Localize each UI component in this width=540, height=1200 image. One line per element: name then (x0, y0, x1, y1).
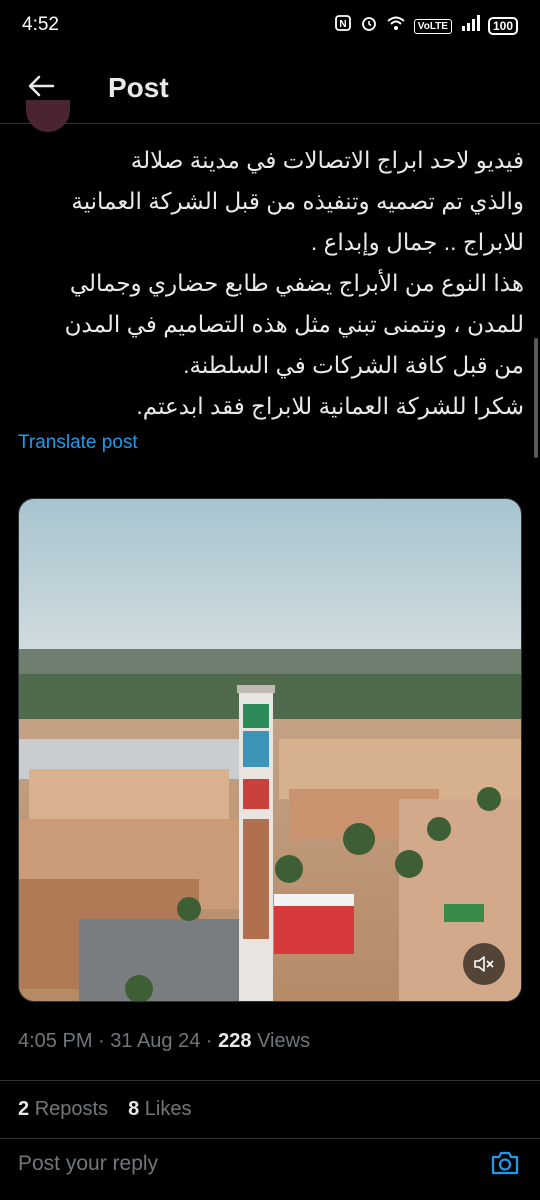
volte-badge: VoLTE (413, 18, 452, 34)
post-time: 4:05 PM (18, 1030, 93, 1052)
scrollbar[interactable] (534, 338, 538, 458)
alarm-icon (360, 14, 378, 38)
post-line: هذا النوع من الأبراج يضفي طابع حضاري وجم… (69, 270, 524, 296)
meta-separator: · (205, 1030, 219, 1052)
reply-bar: Post your reply (0, 1140, 540, 1200)
arrow-left-icon (27, 74, 55, 103)
mute-button[interactable] (463, 943, 505, 985)
likes-label: Likes (144, 1098, 192, 1120)
wifi-icon (386, 14, 406, 38)
status-bar: 4:52 N VoLTE 100 (0, 0, 540, 52)
post-line: شكرا للشركة العمانية للابراج فقد ابدعتم. (136, 393, 524, 419)
speaker-muted-icon (473, 954, 495, 974)
status-time: 4:52 (22, 14, 59, 35)
signal-icon (460, 14, 480, 38)
post-date: 31 Aug 24 (110, 1030, 201, 1052)
nfc-icon: N (334, 14, 352, 38)
camera-icon (490, 1150, 520, 1181)
reposts-count: 2 (18, 1098, 30, 1120)
battery-icon: 100 (487, 17, 518, 35)
reply-input[interactable]: Post your reply (18, 1152, 158, 1176)
divider (0, 1080, 540, 1081)
post-video[interactable] (18, 498, 522, 1002)
svg-text:N: N (339, 19, 346, 30)
page-title: Post (108, 72, 169, 103)
video-frame (19, 499, 521, 1001)
views-count: 228 (218, 1030, 252, 1052)
divider (0, 1138, 540, 1139)
post-line: من قبل كافة الشركات في السلطنة. (183, 352, 524, 378)
camera-button[interactable] (488, 1148, 522, 1182)
top-header: Post (0, 52, 540, 124)
views-label: Views (257, 1030, 311, 1052)
reposts-stat[interactable]: 2 Reposts (18, 1098, 108, 1121)
likes-count: 8 (128, 1098, 140, 1120)
status-icons: N VoLTE 100 (334, 14, 518, 38)
post-stats: 2 Reposts 8 Likes (18, 1098, 191, 1121)
likes-stat[interactable]: 8 Likes (128, 1098, 191, 1121)
reposts-label: Reposts (34, 1098, 109, 1120)
post-line: للابراج .. جمال وإبداع . (310, 229, 524, 255)
post-text: فيديو لاحد ابراج الاتصالات في مدينة صلال… (18, 140, 524, 427)
avatar[interactable] (26, 100, 70, 132)
post-line: فيديو لاحد ابراج الاتصالات في مدينة صلال… (130, 147, 524, 173)
post-line: للمدن ، ونتمنى تبني مثل هذه التصاميم في … (64, 311, 524, 337)
meta-separator: · (98, 1030, 111, 1052)
post-line: والذي تم تصميه وتنفيذه من قبل الشركة الع… (71, 188, 524, 214)
post-meta: 4:05 PM · 31 Aug 24 · 228 Views (18, 1030, 310, 1053)
translate-post-link[interactable]: Translate post (18, 432, 138, 454)
